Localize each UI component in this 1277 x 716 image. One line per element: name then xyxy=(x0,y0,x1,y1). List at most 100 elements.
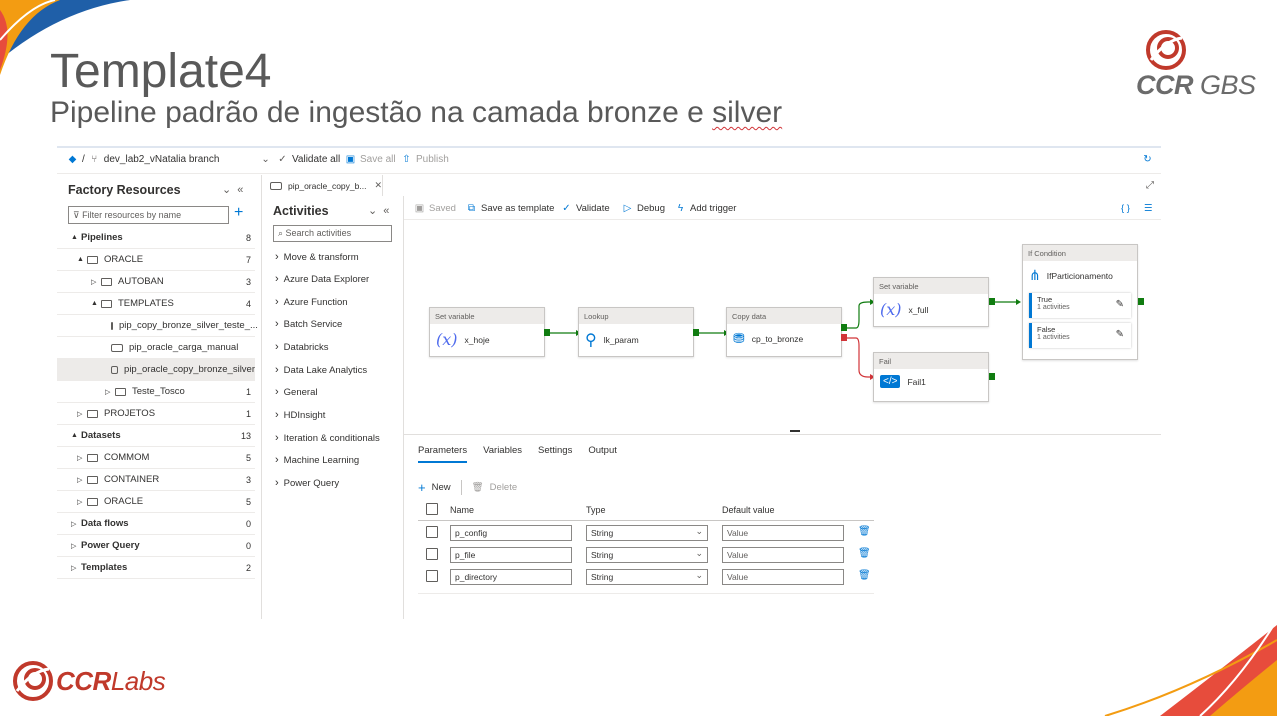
new-parameter-button[interactable]: New xyxy=(432,482,451,493)
collapse-icons[interactable]: ⌄« xyxy=(222,183,249,196)
tree-templates[interactable]: ▷ Templates 2 xyxy=(57,557,255,579)
tab-pipeline[interactable]: pip_oracle_copy_b... ✕ xyxy=(263,175,383,196)
tree-folder-projetos[interactable]: ▷ PROJETOS 1 xyxy=(57,403,255,425)
tree-folder-oracle[interactable]: ▲ ORACLE 7 xyxy=(57,249,255,271)
filter-resources-input[interactable]: ⊽ Filter resources by name xyxy=(68,206,229,224)
activity-category[interactable]: Iteration & conditionals xyxy=(275,432,380,444)
tree-datasets[interactable]: ▲ Datasets 13 xyxy=(57,425,255,447)
pipeline-canvas[interactable]: Set variable (x) x_hoje Lookup ⚲ lk_param … xyxy=(404,220,1161,434)
activities-panel: Activities ⌄« ⌕ Search activities Move &… xyxy=(263,196,404,619)
edit-icon[interactable]: ✎ xyxy=(1116,329,1124,340)
parameter-type-select[interactable]: String ⌄ xyxy=(586,569,708,585)
parameter-default-input[interactable]: Value xyxy=(722,525,844,541)
tab-parameters[interactable]: Parameters xyxy=(418,445,468,463)
tree-folder-commom[interactable]: ▷ COMMOM 5 xyxy=(57,447,255,469)
resize-handle[interactable] xyxy=(790,430,800,432)
activity-category[interactable]: Move & transform xyxy=(275,251,359,263)
properties-icon[interactable]: ☰ xyxy=(1144,203,1153,214)
activity-set-variable-x-hoje[interactable]: Set variable (x) x_hoje xyxy=(429,307,545,357)
delete-parameter-button[interactable]: Delete xyxy=(490,482,517,493)
parameter-name-input[interactable]: p_directory xyxy=(450,569,572,585)
validate-button[interactable]: ✓ Validate xyxy=(561,203,609,214)
refresh-button[interactable]: ↻ xyxy=(1142,154,1153,165)
row-checkbox[interactable] xyxy=(426,548,438,560)
parameter-name-input[interactable]: p_file xyxy=(450,547,572,563)
tree-folder-templates[interactable]: ▲ TEMPLATES 4 xyxy=(57,293,255,315)
search-activities-input[interactable]: ⌕ Search activities xyxy=(273,225,392,242)
publish-button[interactable]: ⇧ Publish xyxy=(401,154,449,165)
activity-set-variable-x-full[interactable]: Set variable (x) x_full xyxy=(873,277,989,327)
activity-category[interactable]: Databricks xyxy=(275,341,329,353)
edit-icon[interactable]: ✎ xyxy=(1116,299,1124,310)
save-as-template-button[interactable]: ⧉ Save as template xyxy=(466,203,554,214)
select-all-checkbox[interactable] xyxy=(426,503,438,515)
parameter-name-input[interactable]: p_config xyxy=(450,525,572,541)
node-type-label: Fail xyxy=(874,353,988,369)
save-icon: ▣ xyxy=(345,154,356,165)
node-type-label: If Condition xyxy=(1023,245,1137,261)
success-port[interactable] xyxy=(544,329,550,336)
check-icon: ✓ xyxy=(562,203,571,214)
failure-port[interactable] xyxy=(841,334,847,341)
tree-pipeline-item[interactable]: pip_oracle_carga_manual xyxy=(57,337,255,359)
branch-name: dev_lab2_vNatalia branch xyxy=(103,154,220,165)
add-resource-button[interactable]: + xyxy=(234,204,243,222)
tree-data-flows[interactable]: ▷ Data flows 0 xyxy=(57,513,255,535)
table-divider xyxy=(418,593,874,594)
expand-icon[interactable]: ⤢ xyxy=(1146,180,1154,191)
tab-variables[interactable]: Variables xyxy=(483,445,522,463)
row-checkbox[interactable] xyxy=(426,570,438,582)
activity-copy-data-cp-to-bronze[interactable]: Copy data ⛃ cp_to_bronze xyxy=(726,307,842,357)
code-icon[interactable]: { } xyxy=(1121,203,1130,214)
success-port[interactable] xyxy=(841,324,847,331)
success-port[interactable] xyxy=(989,373,995,380)
validate-all-button[interactable]: ✓ Validate all xyxy=(277,154,340,165)
parameter-type-select[interactable]: String ⌄ xyxy=(586,547,708,563)
success-port[interactable] xyxy=(693,329,699,336)
parameter-default-input[interactable]: Value xyxy=(722,547,844,563)
tree-pipeline-item[interactable]: pip_copy_bronze_silver_teste_... xyxy=(57,315,258,337)
tree-pipelines[interactable]: ▲ Pipelines 8 xyxy=(57,227,255,249)
tab-output[interactable]: Output xyxy=(588,445,617,463)
tab-settings[interactable]: Settings xyxy=(538,445,572,463)
activity-category[interactable]: General xyxy=(275,386,318,398)
adf-studio: ◆ / ⑂ dev_lab2_vNatalia branch ⌄ ✓ Valid… xyxy=(57,146,1161,619)
debug-button[interactable]: ▷ Debug xyxy=(622,203,665,214)
parameter-type-select[interactable]: String ⌄ xyxy=(586,525,708,541)
add-trigger-button[interactable]: ϟ Add trigger xyxy=(675,203,737,214)
trash-icon[interactable]: 🗑 xyxy=(858,526,871,537)
activity-category[interactable]: Machine Learning xyxy=(275,454,360,466)
false-branch[interactable]: False 1 activities ✎ xyxy=(1029,323,1131,348)
tree-folder-container[interactable]: ▷ CONTAINER 3 xyxy=(57,469,255,491)
success-port[interactable] xyxy=(1138,298,1144,305)
branch-label: False xyxy=(1037,325,1056,334)
collapse-icons[interactable]: ⌄« xyxy=(368,204,395,217)
parameter-default-input[interactable]: Value xyxy=(722,569,844,585)
tree-folder-teste-tosco[interactable]: ▷ Teste_Tosco 1 xyxy=(57,381,255,403)
tree-folder-autoban[interactable]: ▷ AUTOBAN 3 xyxy=(57,271,255,293)
tree-folder-oracle-ds[interactable]: ▷ ORACLE 5 xyxy=(57,491,255,513)
tree-power-query[interactable]: ▷ Power Query 0 xyxy=(57,535,255,557)
activity-category[interactable]: HDInsight xyxy=(275,409,326,421)
activity-if-condition[interactable]: If Condition ⋔ IfParticionamento True 1 … xyxy=(1022,244,1138,360)
activity-category[interactable]: Data Lake Analytics xyxy=(275,364,367,376)
activity-lookup-lk-param[interactable]: Lookup ⚲ lk_param xyxy=(578,307,694,357)
activity-fail-fail1[interactable]: Fail </> Fail1 xyxy=(873,352,989,402)
row-checkbox[interactable] xyxy=(426,526,438,538)
close-icon[interactable]: ✕ xyxy=(374,180,382,191)
if-condition-icon: ⋔ xyxy=(1029,267,1041,283)
slide-title: Template4 xyxy=(50,45,272,98)
repo-selector[interactable]: ◆ / ⑂ dev_lab2_vNatalia branch ⌄ xyxy=(67,154,270,165)
activity-category[interactable]: Azure Data Explorer xyxy=(275,273,370,285)
tree-pipeline-item-selected[interactable]: pip_oracle_copy_bronze_silver xyxy=(57,359,255,381)
parameter-row: p_directory String ⌄ Value 🗑 xyxy=(418,569,874,591)
activity-category[interactable]: Batch Service xyxy=(275,318,343,330)
activity-category[interactable]: Azure Function xyxy=(275,296,348,308)
header-default-value: Default value xyxy=(722,505,775,515)
activity-category[interactable]: Power Query xyxy=(275,477,339,489)
success-port[interactable] xyxy=(989,298,995,305)
true-branch[interactable]: True 1 activities ✎ xyxy=(1029,293,1131,318)
trash-icon[interactable]: 🗑 xyxy=(858,570,871,581)
save-all-button[interactable]: ▣ Save all xyxy=(345,154,396,165)
trash-icon[interactable]: 🗑 xyxy=(858,548,871,559)
